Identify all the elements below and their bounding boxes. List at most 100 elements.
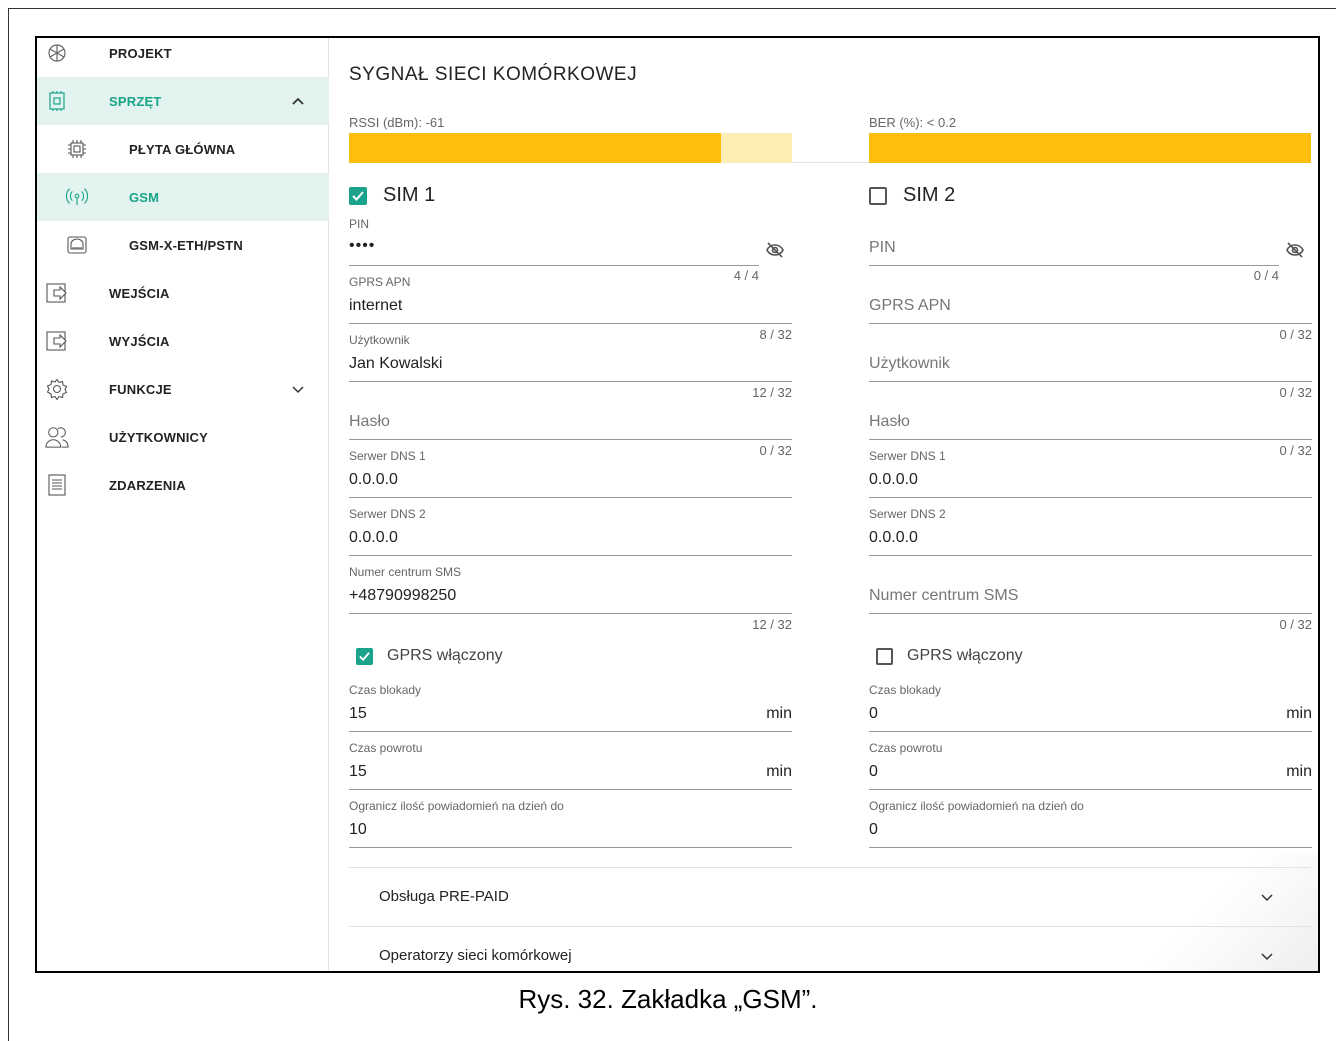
sidebar-item-projekt[interactable]: PROJEKT <box>37 38 329 77</box>
ber-bar-fill <box>869 133 1311 163</box>
sim1-sms-field[interactable]: Numer centrum SMS +48790998250 12 / 32 <box>349 565 792 632</box>
chevron-up-icon[interactable] <box>291 94 305 108</box>
sim2-gprs-checkbox-row[interactable]: GPRS włączony <box>876 647 1023 665</box>
field-underline <box>869 439 1312 440</box>
sim2-header[interactable]: SIM 2 <box>869 184 955 207</box>
sidebar-item-plyta-glowna[interactable]: PŁYTA GŁÓWNA <box>37 125 329 173</box>
field-value: 0.0.0.0 <box>869 529 918 546</box>
field-value: internet <box>349 297 403 314</box>
sim2-pin-field[interactable]: PIN 0 / 4 <box>869 217 1312 283</box>
field-label: Czas powrotu <box>869 741 943 755</box>
sim1-checkbox[interactable] <box>349 186 367 205</box>
field-label: Serwer DNS 2 <box>349 507 426 521</box>
field-counter: 0 / 32 <box>1279 617 1312 632</box>
field-unit: min <box>1286 763 1312 780</box>
sidebar-item-uzytkownicy[interactable]: UŻYTKOWNICY <box>37 413 329 461</box>
sidebar-item-label: GSM-X-ETH/PSTN <box>129 237 244 253</box>
field-placeholder: Hasło <box>349 413 390 430</box>
field-value: 0.0.0.0 <box>869 471 918 488</box>
module-icon <box>65 233 89 257</box>
app-window: PROJEKT SPRZĘT PŁYTA GŁÓWNA GSM GSM-X-ET… <box>35 36 1320 973</box>
accordion-label: Obsługa PRE-PAID <box>379 888 509 905</box>
antenna-icon <box>65 185 89 209</box>
sim2-dns1-field[interactable]: Serwer DNS 1 0.0.0.0 <box>869 449 1312 505</box>
chevron-down-icon[interactable] <box>291 382 305 396</box>
sim2-return-time-field[interactable]: Czas powrotu 0 min <box>869 741 1312 797</box>
sidebar-item-sprzet[interactable]: SPRZĘT <box>37 77 329 125</box>
ber-label: BER (%): < 0.2 <box>869 115 957 130</box>
sim2-title: SIM 2 <box>903 184 956 206</box>
sim1-gprs-checkbox[interactable] <box>356 647 373 665</box>
figure-caption: Rys. 32. Zakładka „GSM”. <box>518 984 818 1014</box>
field-underline <box>869 731 1312 732</box>
field-underline <box>869 381 1312 382</box>
field-label: Serwer DNS 1 <box>349 449 426 463</box>
sidebar-item-label: ZDARZENIA <box>109 477 186 493</box>
field-underline <box>349 555 792 556</box>
gear-icon <box>45 377 69 401</box>
sidebar-item-funkcje[interactable]: FUNKCJE <box>37 365 329 413</box>
sim1-pin-field[interactable]: PIN •••• 4 / 4 <box>349 217 792 283</box>
eye-off-icon[interactable] <box>766 241 784 259</box>
sim1-user-field[interactable]: Użytkownik Jan Kowalski 12 / 32 <box>349 333 792 400</box>
sim1-title: SIM 1 <box>383 184 436 206</box>
sim1-apn-field[interactable]: GPRS APN internet 8 / 32 <box>349 275 792 342</box>
sim1-dns1-field[interactable]: Serwer DNS 1 0.0.0.0 <box>349 449 792 505</box>
sim1-dns2-field[interactable]: Serwer DNS 2 0.0.0.0 <box>349 507 792 563</box>
field-underline <box>349 323 792 324</box>
sim2-apn-field[interactable]: GPRS APN 0 / 32 <box>869 275 1312 342</box>
main-panel: SYGNAŁ SIECI KOMÓRKOWEJ RSSI (dBm): -61 … <box>330 38 1318 971</box>
page-title: SYGNAŁ SIECI KOMÓRKOWEJ <box>349 64 638 85</box>
field-label: Serwer DNS 1 <box>869 449 946 463</box>
accordion-prepaid[interactable]: Obsługa PRE-PAID <box>349 867 1311 925</box>
input-icon <box>45 281 69 305</box>
field-label: Czas blokady <box>869 683 942 697</box>
field-value: 0.0.0.0 <box>349 471 398 488</box>
checkbox-label: GPRS włączony <box>387 647 503 664</box>
sim2-gprs-checkbox[interactable] <box>876 647 893 665</box>
sim1-limit-field[interactable]: Ogranicz ilość powiadomień na dzień do 1… <box>349 799 792 855</box>
field-label: Ogranicz ilość powiadomień na dzień do <box>349 799 564 813</box>
sidebar-item-zdarzenia[interactable]: ZDARZENIA <box>37 461 329 509</box>
field-placeholder: GPRS APN <box>869 297 951 314</box>
field-label: Ogranicz ilość powiadomień na dzień do <box>869 799 1084 813</box>
sim2-dns2-field[interactable]: Serwer DNS 2 0.0.0.0 <box>869 507 1312 563</box>
field-underline <box>869 265 1279 266</box>
sidebar-item-gsm[interactable]: GSM <box>37 173 329 221</box>
field-underline <box>869 789 1312 790</box>
field-value: 0 <box>869 821 878 838</box>
eye-off-icon[interactable] <box>1286 241 1304 259</box>
field-placeholder: Numer centrum SMS <box>869 587 1019 604</box>
field-label: Użytkownik <box>349 333 410 347</box>
sim1-header[interactable]: SIM 1 <box>349 184 435 207</box>
field-value: •••• <box>349 237 376 254</box>
sim2-user-field[interactable]: Użytkownik 0 / 32 <box>869 333 1312 400</box>
sidebar-item-label: WEJŚCIA <box>109 285 170 301</box>
sim2-sms-field[interactable]: Numer centrum SMS 0 / 32 <box>869 565 1312 632</box>
field-underline <box>869 323 1312 324</box>
sim1-gprs-checkbox-row[interactable]: GPRS włączony <box>356 647 503 665</box>
accordion-operators[interactable]: Operatorzy sieci komórkowej <box>349 926 1311 971</box>
output-icon <box>45 329 69 353</box>
sidebar-item-label: PŁYTA GŁÓWNA <box>129 141 236 157</box>
sim2-password-field[interactable]: Hasło 0 / 32 <box>869 391 1312 458</box>
field-value: 15 <box>349 763 367 780</box>
field-value: 10 <box>349 821 367 838</box>
sim1-return-time-field[interactable]: Czas powrotu 15 min <box>349 741 792 797</box>
sim2-block-time-field[interactable]: Czas blokady 0 min <box>869 683 1312 739</box>
field-underline <box>349 439 792 440</box>
sidebar-item-wyjscia[interactable]: WYJŚCIA <box>37 317 329 365</box>
rssi-label: RSSI (dBm): -61 <box>349 115 445 130</box>
field-underline <box>349 847 792 848</box>
field-underline <box>349 381 792 382</box>
sim2-checkbox[interactable] <box>869 186 887 205</box>
sidebar-item-gsm-x-eth-pstn[interactable]: GSM-X-ETH/PSTN <box>37 221 329 269</box>
sim1-block-time-field[interactable]: Czas blokady 15 min <box>349 683 792 739</box>
sim2-limit-field[interactable]: Ogranicz ilość powiadomień na dzień do 0 <box>869 799 1312 855</box>
document-icon <box>45 473 69 497</box>
sidebar-item-wejscia[interactable]: WEJŚCIA <box>37 269 329 317</box>
field-label: Czas blokady <box>349 683 422 697</box>
field-value: 0 <box>869 705 878 722</box>
sidebar: PROJEKT SPRZĘT PŁYTA GŁÓWNA GSM GSM-X-ET… <box>37 38 329 971</box>
sim1-password-field[interactable]: Hasło 0 / 32 <box>349 391 792 458</box>
